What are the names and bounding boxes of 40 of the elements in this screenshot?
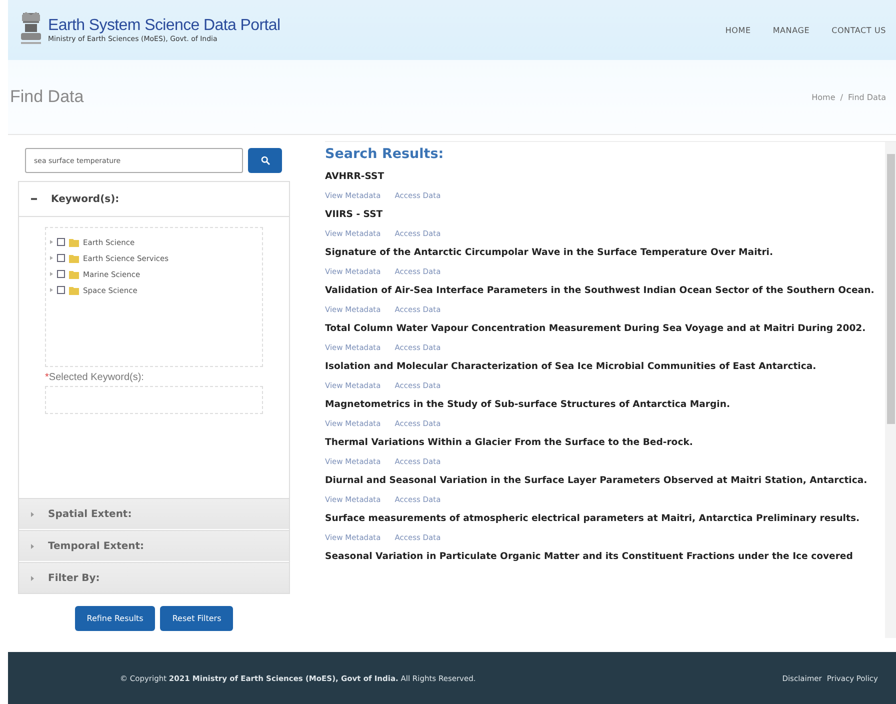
checkbox[interactable] <box>57 286 65 294</box>
breadcrumb-link[interactable]: Home <box>812 92 836 102</box>
results-heading: Search Results: <box>325 146 445 162</box>
result-title: Validation of Air-Sea Interface Parameters in the Southwest Indian Ocean Sector of the Southern Ocean. <box>325 284 876 298</box>
filter-button[interactable]: Reset Filters <box>160 606 234 631</box>
breadcrumb-current: Find Data <box>848 92 886 102</box>
filter-section-title: Spatial Extent: <box>48 508 132 520</box>
result-title: AVHRR-SST <box>325 170 386 184</box>
search-icon <box>260 156 270 165</box>
site-title: Earth System Science Data Portal <box>48 17 280 35</box>
checkbox[interactable] <box>57 270 65 278</box>
filter-section-header[interactable]: Spatial Extent: <box>19 498 289 529</box>
result-title: Magnetometrics in the Study of Sub-surface Structures of Antarctica Margin. <box>325 398 732 412</box>
result-title: Isolation and Molecular Characterization of Sea Ice Microbial Communities of East Antarctica. <box>325 360 818 374</box>
scrollbar[interactable] <box>885 142 896 638</box>
breadcrumb-separator: / <box>840 92 843 102</box>
filter-section-header[interactable]: Temporal Extent: <box>19 530 289 561</box>
page-title: Find Data <box>10 87 84 107</box>
nav-link[interactable]: MANAGE <box>772 26 810 34</box>
result-title: Signature of the Antarctic Circumpolar Wave in the Surface Temperature Over Maitri. <box>325 246 774 260</box>
result-title: Total Column Water Vapour Concentration Measurement During Sea Voyage and at Maitri During 2002. <box>325 322 867 336</box>
expand-icon <box>31 512 34 516</box>
filter-section-title: Filter By: <box>48 572 100 584</box>
filter-button[interactable]: Refine Results <box>74 606 156 631</box>
filter-section-title: Temporal Extent: <box>48 540 144 552</box>
expand-icon <box>31 544 34 548</box>
checkbox[interactable] <box>57 254 65 262</box>
selected-keywords-label: *Selected Keyword(s): <box>45 372 145 383</box>
result-title: Seasonal Variation in Particulate Organic Matter and its Constituent Fractions under the Ice covered <box>325 550 854 564</box>
nav-link[interactable]: HOME <box>725 26 751 34</box>
result-title: Thermal Variations Within a Glacier From the Surface to the Bed-rock. <box>325 436 694 450</box>
result-title: VIIRS - SST <box>325 208 384 222</box>
filter-section-title: Keyword(s): <box>51 194 120 204</box>
filter-section-header[interactable]: Filter By: <box>19 562 289 593</box>
search-button[interactable] <box>248 148 282 173</box>
result-title: Diurnal and Seasonal Variation in the Surface Layer Parameters Observed at Maitri Station, Antarctica. <box>325 474 868 488</box>
nav-link[interactable]: CONTACT US <box>832 26 886 34</box>
expand-icon <box>31 576 34 580</box>
result-title: Surface measurements of atmospheric electrical parameters at Maitri, Antarctica Preliminary results. <box>325 512 861 526</box>
checkbox[interactable] <box>57 238 65 246</box>
